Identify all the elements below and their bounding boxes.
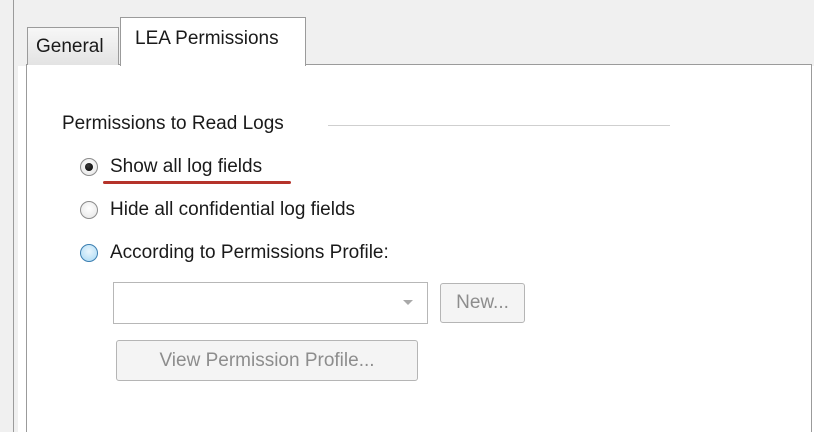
radio-hover-icon[interactable] [80,244,98,262]
radio-option-label: Hide all confidential log fields [110,199,356,220]
view-permission-profile-button[interactable]: View Permission Profile... [116,340,418,381]
tab-lea-permissions[interactable]: LEA Permissions [120,17,306,66]
tab-general[interactable]: General [27,27,119,65]
chevron-down-icon [403,300,413,305]
radio-option-permissions-profile[interactable]: According to Permissions Profile: [80,241,389,265]
radio-option-hide-confidential[interactable]: Hide all confidential log fields [80,198,355,222]
radio-unselected-icon[interactable] [80,201,98,219]
radio-option-show-all[interactable]: Show all log fields [80,155,262,179]
dialog-left-border [13,0,14,432]
new-profile-button[interactable]: New... [440,283,525,323]
permissions-profile-dropdown[interactable] [113,282,428,324]
tab-lea-permissions-label: LEA Permissions [135,28,279,49]
radio-selected-icon[interactable] [80,158,98,176]
radio-option-label: According to Permissions Profile: [110,242,389,263]
group-divider [328,125,670,126]
tab-general-label: General [36,36,104,57]
radio-option-label: Show all log fields [110,156,263,177]
group-title: Permissions to Read Logs [62,113,284,134]
properties-dialog: General LEA Permissions Permissions to R… [0,0,814,432]
annotation-underline [103,181,291,184]
dialog-left-edge [0,0,18,432]
